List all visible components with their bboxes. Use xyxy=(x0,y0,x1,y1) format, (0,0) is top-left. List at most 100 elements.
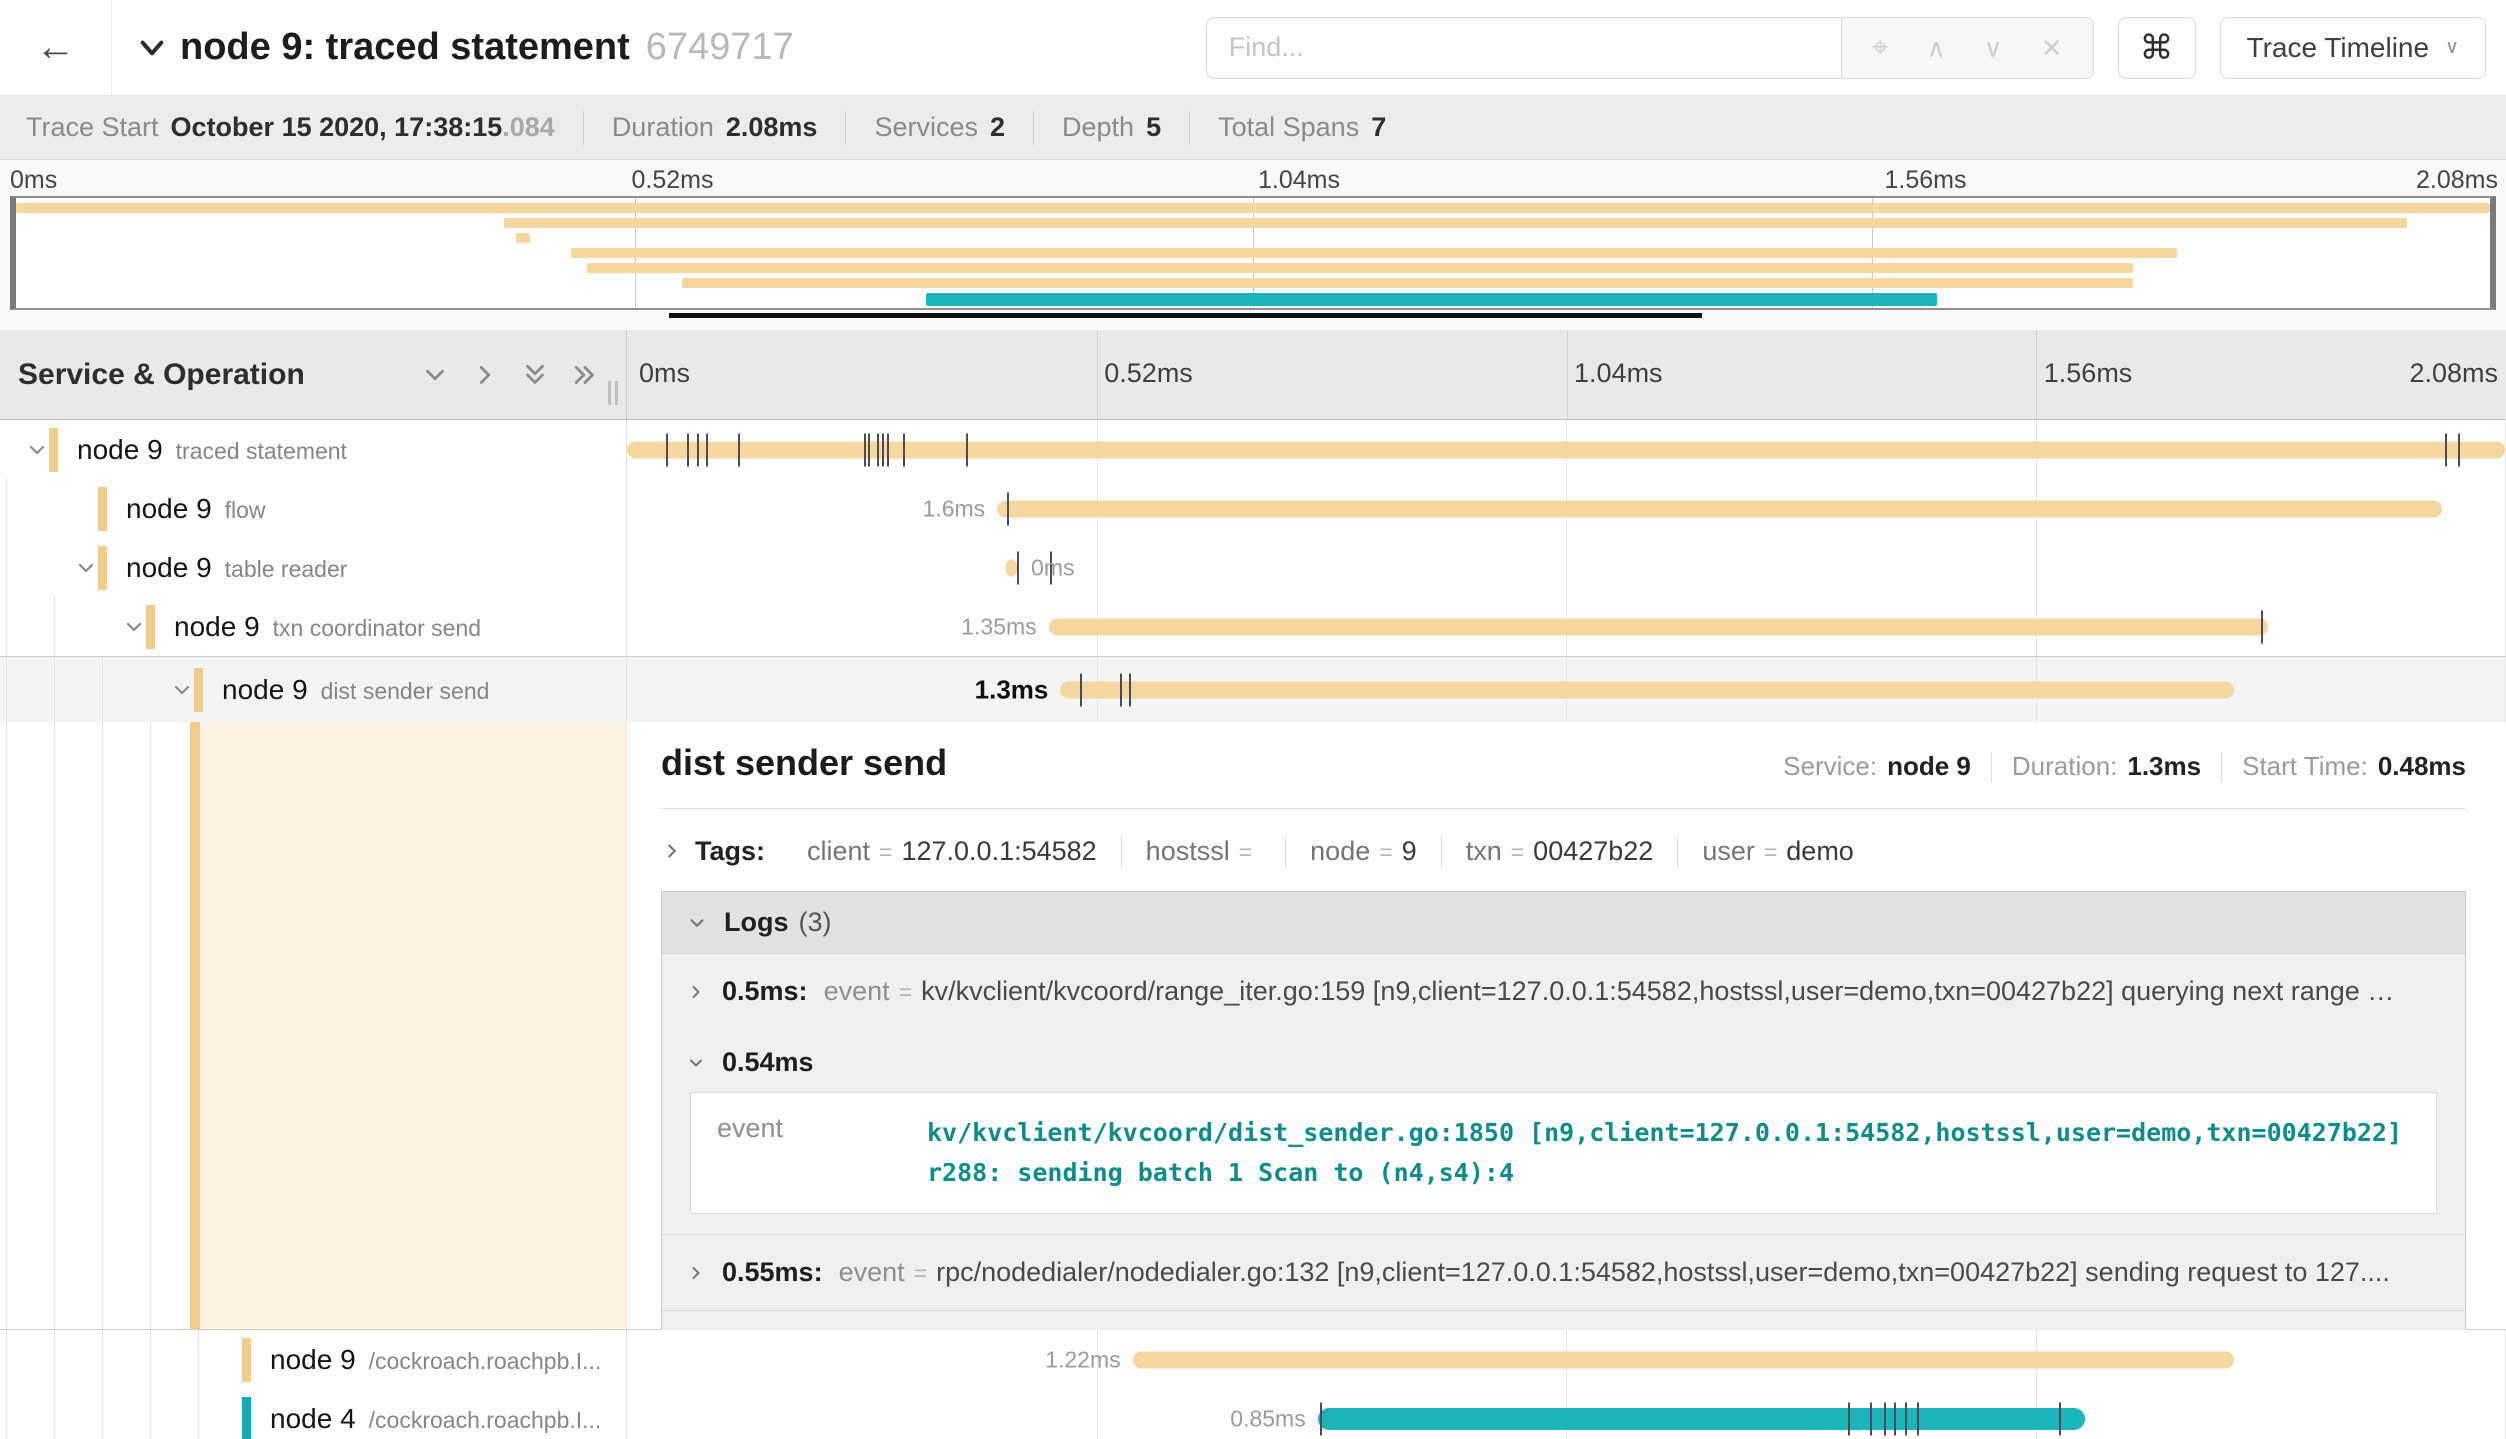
span-timeline-cell[interactable]: 1.3ms xyxy=(626,657,2506,722)
equals-sign: = xyxy=(1239,839,1252,866)
tree-cell[interactable]: node 9table reader xyxy=(0,538,626,597)
span-event-tick xyxy=(2059,1402,2061,1435)
tag-item[interactable]: txn=00427b22 xyxy=(1441,836,1678,867)
keyboard-shortcuts-button[interactable]: ⌘ xyxy=(2118,17,2196,79)
log-entry-3[interactable]: 0.55ms: event=rpc/nodedialer/nodedialer.… xyxy=(662,1234,2465,1310)
span-event-tick xyxy=(966,433,968,466)
log-key: event xyxy=(839,1257,905,1288)
span-row-txn-coordinator-send[interactable]: node 9txn coordinator send 1.35ms xyxy=(0,597,2506,656)
span-event-tick xyxy=(2445,433,2447,466)
collapse-all-icon[interactable] xyxy=(520,360,550,390)
span-event-tick xyxy=(1917,1402,1919,1435)
chevron-down-icon[interactable] xyxy=(170,678,194,702)
tag-item[interactable]: user=demo xyxy=(1677,836,1878,867)
span-event-tick xyxy=(1894,1402,1896,1435)
tree-cell[interactable]: node 9traced statement xyxy=(0,420,626,479)
span-event-tick xyxy=(1120,673,1122,706)
tag-item[interactable]: node=9 xyxy=(1285,836,1441,867)
tag-item[interactable]: hostssl= xyxy=(1121,836,1285,867)
tags-row[interactable]: Tags: client=127.0.0.1:54582hostssl=node… xyxy=(661,825,2466,877)
span-row-traced-statement[interactable]: node 9traced statement xyxy=(0,420,2506,479)
span-event-tick xyxy=(1320,1402,1322,1435)
tag-value: demo xyxy=(1786,836,1854,867)
trace-summary-bar: Trace Start October 15 2020, 17:38:15.08… xyxy=(0,96,2506,160)
span-service: node 4 xyxy=(270,1403,356,1434)
span-event-tick xyxy=(2261,610,2263,643)
collapse-one-icon[interactable] xyxy=(420,360,450,390)
back-button[interactable]: ← xyxy=(0,0,112,95)
span-bar[interactable] xyxy=(1006,559,1017,576)
find-clear-icon[interactable]: ✕ xyxy=(2041,35,2063,61)
timeline-axis-header: 0ms 0.52ms 1.04ms 1.56ms 2.08ms xyxy=(626,330,2506,419)
tag-item[interactable]: client=127.0.0.1:54582 xyxy=(783,836,1121,867)
span-timeline-cell[interactable]: 1.35ms xyxy=(626,597,2506,656)
span-event-tick xyxy=(1129,673,1131,706)
span-bar[interactable] xyxy=(1318,1408,2085,1430)
span-row-roachpb-node4[interactable]: node 4/cockroach.roachpb.I... 0.85ms xyxy=(0,1389,2506,1439)
span-bar[interactable] xyxy=(1060,681,2234,698)
span-event-tick xyxy=(882,433,884,466)
span-timeline-cell[interactable] xyxy=(626,420,2506,479)
log-entry-2-header[interactable]: 0.54ms xyxy=(662,1029,2465,1086)
span-event-tick xyxy=(877,433,879,466)
minimap-scrubber[interactable] xyxy=(669,313,1701,318)
chevron-down-icon[interactable] xyxy=(74,556,98,580)
divider xyxy=(1189,111,1190,145)
collapse-trace-icon[interactable] xyxy=(136,32,168,64)
find-next-icon[interactable]: ∨ xyxy=(1984,35,2003,61)
locate-icon[interactable]: ⌖ xyxy=(1872,33,1889,63)
duration-label: Duration: xyxy=(2012,751,2118,782)
trace-start-label: Trace Start xyxy=(26,112,159,143)
axis-tick: 1.04ms xyxy=(1258,166,1340,195)
tag-key: node xyxy=(1310,836,1370,867)
service-label: Service: xyxy=(1783,751,1877,782)
tree-cell[interactable]: node 4/cockroach.roachpb.I... xyxy=(0,1389,626,1439)
trace-view-dropdown[interactable]: Trace Timeline ∨ xyxy=(2220,17,2487,79)
column-resize-grip[interactable] xyxy=(608,381,618,405)
span-timeline-cell[interactable]: 1.6ms xyxy=(626,479,2506,538)
tree-cell[interactable]: node 9/cockroach.roachpb.I... xyxy=(0,1330,626,1389)
find-prev-icon[interactable]: ∧ xyxy=(1927,35,1946,61)
depth-value: 5 xyxy=(1146,112,1161,143)
chevron-right-icon xyxy=(686,982,706,1002)
logs-header[interactable]: Logs (3) xyxy=(662,892,2465,954)
expand-one-icon[interactable] xyxy=(470,360,500,390)
tag-key: txn xyxy=(1466,836,1502,867)
span-row-table-reader[interactable]: node 9table reader 0ms xyxy=(0,538,2506,597)
span-bar[interactable] xyxy=(1133,1351,2235,1368)
chevron-down-icon[interactable] xyxy=(25,438,49,462)
expand-all-icon[interactable] xyxy=(570,360,600,390)
span-row-roachpb-node9[interactable]: node 9/cockroach.roachpb.I... 1.22ms xyxy=(0,1330,2506,1389)
detail-tree-gutter xyxy=(0,722,626,1329)
span-row-flow[interactable]: node 9flow 1.6ms xyxy=(0,479,2506,538)
span-rows: node 9traced statement node 9flow 1.6ms … xyxy=(0,420,2506,1439)
log-entry-2-detail: event kv/kvclient/kvcoord/dist_sender.go… xyxy=(690,1092,2437,1214)
tree-cell[interactable]: node 9flow xyxy=(0,479,626,538)
log-timestamp: 0.54ms xyxy=(722,1047,814,1078)
log-entry-1[interactable]: 0.5ms: event=kv/kvclient/kvcoord/range_i… xyxy=(662,954,2465,1029)
span-timeline-cell[interactable]: 0ms xyxy=(626,538,2506,597)
axis-tick: 0ms xyxy=(10,166,57,195)
log-value: kv/kvclient/kvcoord/range_iter.go:159 [n… xyxy=(921,976,2394,1007)
chevron-down-icon[interactable] xyxy=(122,615,146,639)
divider xyxy=(583,111,584,145)
minimap-canvas[interactable] xyxy=(10,196,2496,310)
span-bar[interactable] xyxy=(627,441,2505,458)
gridline xyxy=(2036,538,2037,597)
span-bar[interactable] xyxy=(1049,618,2268,635)
tree-cell[interactable]: node 9dist sender send xyxy=(0,657,626,722)
span-duration-label: 0.85ms xyxy=(1230,1405,1305,1432)
trace-start-fraction: .084 xyxy=(502,112,555,143)
span-timeline-cell[interactable]: 0.85ms xyxy=(626,1389,2506,1439)
span-service: node 9 xyxy=(270,1344,356,1375)
tree-cell[interactable]: node 9txn coordinator send xyxy=(0,597,626,656)
find-group: ⌖ ∧ ∨ ✕ xyxy=(1206,17,2094,79)
span-timeline-cell[interactable]: 1.22ms xyxy=(626,1330,2506,1389)
span-row-dist-sender-send[interactable]: node 9dist sender send 1.3ms xyxy=(0,656,2506,722)
span-color-swatch xyxy=(98,546,107,590)
find-input[interactable] xyxy=(1206,17,1842,79)
axis-tick: 1.56ms xyxy=(2044,358,2133,389)
log-value: rpc/nodedialer/nodedialer.go:132 [n9,cli… xyxy=(936,1257,2390,1288)
span-event-tick xyxy=(1017,551,1019,584)
span-bar[interactable] xyxy=(997,500,2442,517)
